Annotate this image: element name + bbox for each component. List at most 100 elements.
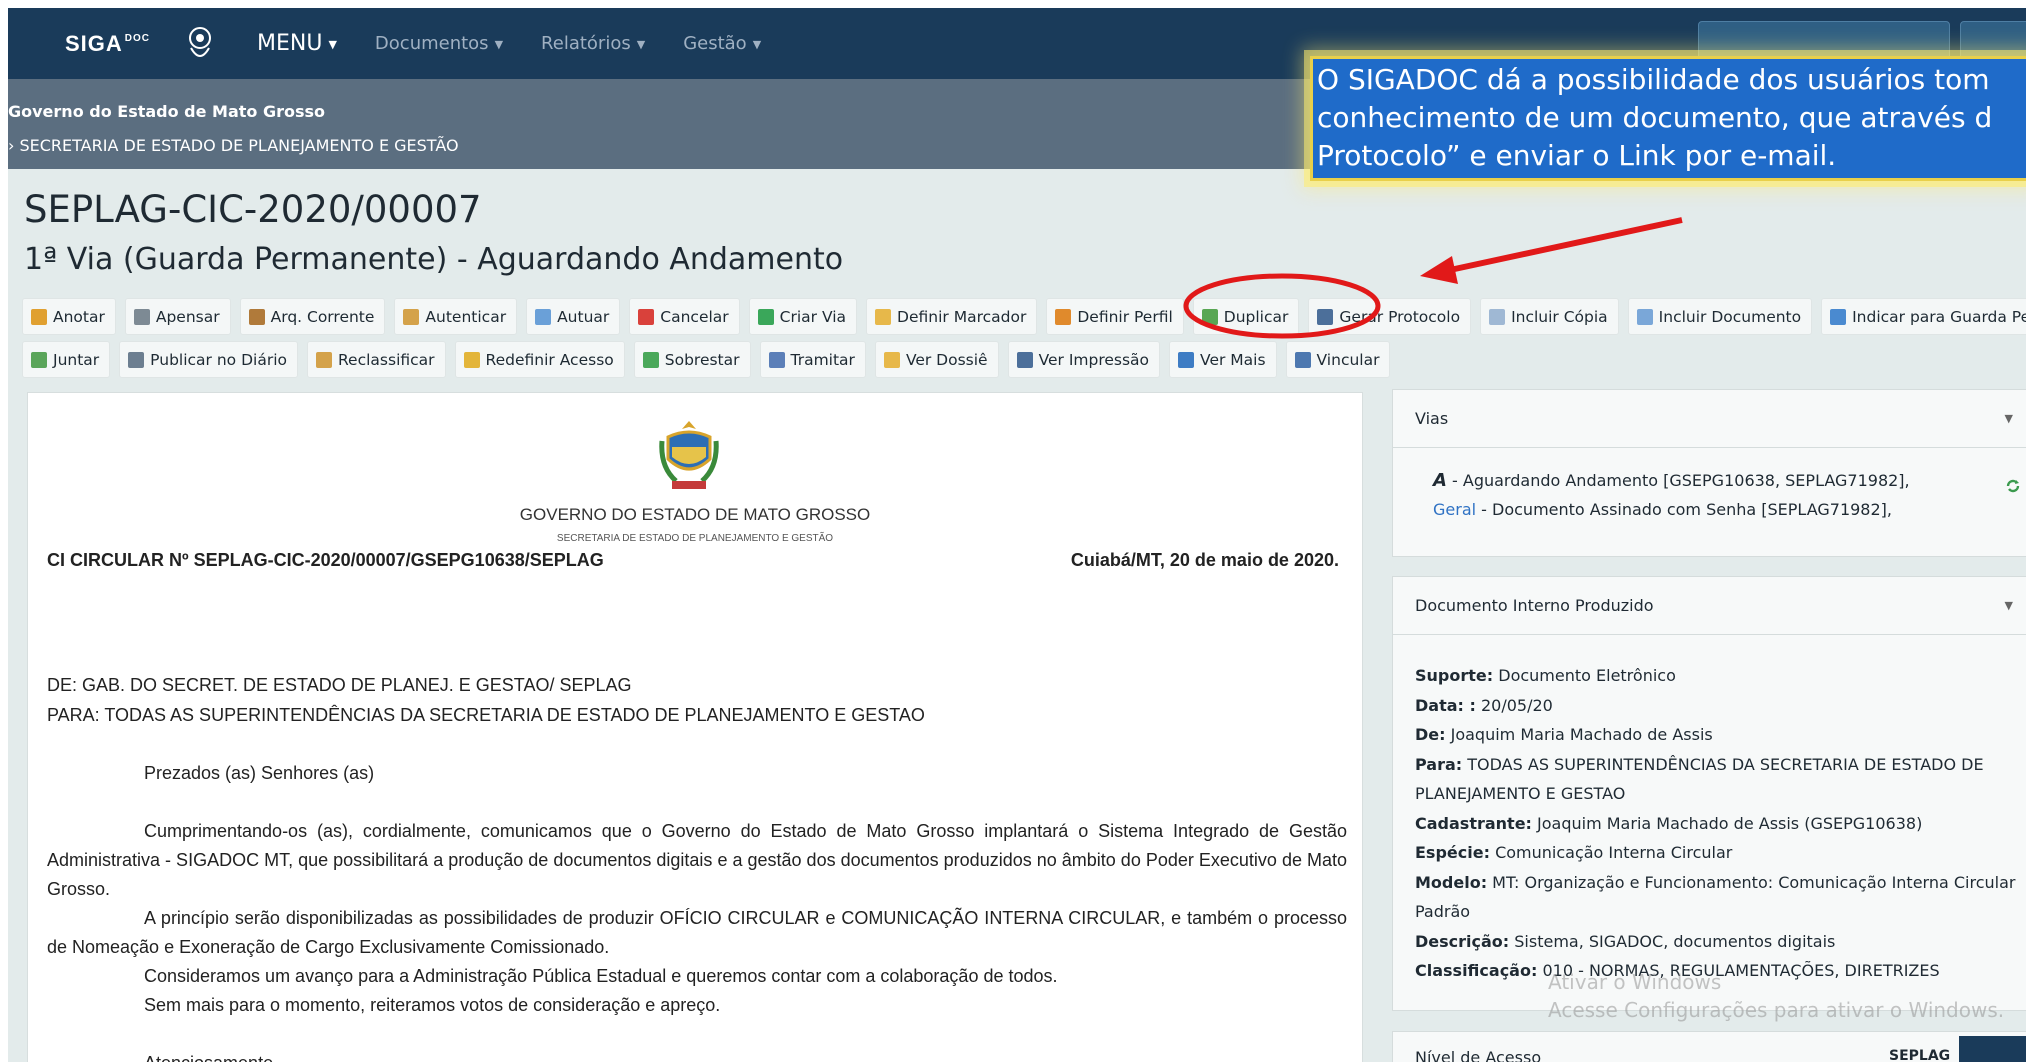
- page-icon: [535, 308, 552, 325]
- state-coat-of-arms-icon: [659, 421, 719, 489]
- document-body: Cumprimentando-os (as), cordialmente, co…: [47, 817, 1347, 1020]
- document-info-fields: Suporte: Documento Eletrônico Data: : 20/…: [1393, 635, 2023, 986]
- toolbar-button-publicar-no-diario[interactable]: Publicar no Diário: [119, 341, 298, 378]
- document-code-title: SEPLAG-CIC-2020/00007: [24, 188, 482, 231]
- toolbar-button-redefinir-acesso[interactable]: Redefinir Acesso: [454, 341, 625, 378]
- collapse-arrow-icon[interactable]: ▼: [2005, 412, 2013, 425]
- layers-icon: [642, 351, 659, 368]
- document-date: Cuiabá/MT, 20 de maio de 2020.: [1070, 550, 1339, 570]
- document-icon: [1636, 308, 1653, 325]
- secretariat-link[interactable]: › SECRETARIA DE ESTADO DE PLANEJAMENTO E…: [8, 136, 459, 155]
- toolbar-button-definir-perfil[interactable]: Definir Perfil: [1046, 298, 1184, 335]
- seplag-badge: [1959, 1036, 2026, 1062]
- callout-line: conhecimento de um documento, que atravé…: [1317, 101, 1993, 134]
- letterhead-secretariat: SECRETARIA DE ESTADO DE PLANEJAMENTO E G…: [556, 533, 834, 544]
- document-status-title: 1ª Via (Guarda Permanente) - Aguardando …: [24, 242, 844, 277]
- toolbar-button-duplicar[interactable]: Duplicar: [1192, 298, 1300, 335]
- note-icon: [31, 308, 47, 325]
- vias-panel-header[interactable]: Vias ▼: [1393, 390, 2026, 448]
- info-field: Data: : 20/05/20: [1415, 695, 1553, 715]
- toolbar-button-reclassificar[interactable]: Reclassificar: [306, 341, 446, 378]
- greeting: Prezados (as) Senhores (as): [144, 763, 375, 783]
- toolbar-button-tramitar[interactable]: Tramitar: [759, 341, 866, 378]
- refresh-icon[interactable]: [2005, 478, 2021, 494]
- toolbar-button-indicar-para-guarda-permanente[interactable]: Indicar para Guarda Permanente: [1821, 298, 2026, 335]
- toolbar-button-gerar-protocolo[interactable]: Gerar Protocolo: [1308, 298, 1472, 335]
- reclassify-icon: [315, 351, 332, 368]
- callout-line: Protocolo” e enviar o Link por e-mail.: [1317, 139, 1837, 172]
- toolbar-button-incluir-documento[interactable]: Incluir Documento: [1627, 298, 1813, 335]
- nav-documentos[interactable]: Documentos ▼: [375, 33, 503, 54]
- send-icon: [768, 351, 785, 368]
- box-icon: [248, 308, 265, 325]
- toolbar-button-apensar[interactable]: Apensar: [124, 298, 231, 335]
- toolbar-button-autuar[interactable]: Autuar: [526, 298, 621, 335]
- via-geral-link[interactable]: Geral: [1433, 500, 1476, 519]
- plus-icon: [757, 308, 774, 325]
- info-field: Espécie: Comunicação Interna Circular: [1415, 843, 1733, 862]
- via-geral-item: Geral - Documento Assinado com Senha [SE…: [1433, 500, 1892, 519]
- toolbar-button-sobrestar[interactable]: Sobrestar: [633, 341, 751, 378]
- cancel-icon: [638, 308, 655, 325]
- nav-gestao[interactable]: Gestão ▼: [683, 33, 761, 54]
- eye-icon: [1178, 351, 1195, 368]
- access-level-value: SEPLAG: [1889, 1048, 1951, 1062]
- toolbar-button-arq-corrente[interactable]: Arq. Corrente: [239, 298, 386, 335]
- printer-icon: [1317, 308, 1334, 325]
- collapse-arrow-icon[interactable]: ▼: [2005, 599, 2013, 612]
- link-icon: [1294, 351, 1311, 368]
- toolbar-button-ver-impressao[interactable]: Ver Impressão: [1007, 341, 1161, 378]
- toolbar-button-ver-mais[interactable]: Ver Mais: [1169, 341, 1277, 378]
- action-toolbar-row-2: Juntar Publicar no Diário Reclassificar Red…: [22, 341, 1391, 378]
- vias-panel: Vias ▼ A - Aguardando Andamento [GSEPG10…: [1392, 389, 2026, 557]
- stamp-icon: [403, 308, 420, 325]
- toolbar-button-autenticar[interactable]: Autenticar: [394, 298, 518, 335]
- caret-down-icon: ▼: [636, 37, 646, 51]
- toolbar-button-incluir-copia[interactable]: Incluir Cópia: [1480, 298, 1619, 335]
- via-a-item: A - Aguardando Andamento [GSEPG10638, SE…: [1433, 470, 1910, 491]
- windows-activation-hint: Acesse Configurações para ativar o Windo…: [1548, 998, 2005, 1022]
- body-paragraph: Sem mais para o momento, reiteramos voto…: [144, 995, 721, 1015]
- caret-down-icon: ▼: [494, 37, 504, 51]
- info-field: De: Joaquim Maria Machado de Assis: [1415, 725, 1713, 744]
- info-field: Para: TODAS AS SUPERINTENDÊNCIAS DA SECR…: [1415, 754, 1984, 804]
- toolbar-button-cancelar[interactable]: Cancelar: [629, 298, 740, 335]
- print-preview-icon: [1016, 351, 1033, 368]
- windows-activation-watermark: Ativar o Windows: [1548, 970, 1722, 994]
- toolbar-button-anotar[interactable]: Anotar: [22, 298, 116, 335]
- menu-dropdown[interactable]: MENU ▼: [257, 31, 337, 56]
- state-crest-icon: [189, 26, 211, 57]
- application-window: SIGA DOC MENU ▼ Documentos ▼ Relatórios ▼ Ge…: [8, 8, 2026, 1062]
- caret-down-icon: ▼: [328, 37, 337, 51]
- document-info-header[interactable]: Documento Interno Produzido ▼: [1393, 577, 2026, 635]
- letterhead-government: GOVERNO DO ESTADO DE MATO GROSSO: [519, 505, 871, 524]
- duplicate-icon: [1201, 308, 1218, 325]
- body-paragraph: A princípio serão disponibilizadas as po…: [47, 908, 1347, 957]
- newspaper-icon: [128, 351, 145, 368]
- closing-line: Atenciosamente: [144, 1053, 273, 1062]
- shield-icon: [463, 351, 480, 368]
- callout-line: O SIGADOC dá a possibilidade dos usuário…: [1317, 63, 1990, 96]
- toolbar-button-criar-via[interactable]: Criar Via: [748, 298, 858, 335]
- toolbar-button-vincular[interactable]: Vincular: [1285, 341, 1391, 378]
- ci-number: CI CIRCULAR Nº SEPLAG-CIC-2020/00007/GSE…: [47, 550, 604, 570]
- archive-icon: [1830, 308, 1847, 325]
- toolbar-button-definir-marcador[interactable]: Definir Marcador: [866, 298, 1038, 335]
- info-field: Modelo: MT: Organização e Funcionamento:…: [1415, 872, 2016, 922]
- access-level-panel: Nível de Acesso SEPLAG: [1392, 1031, 2026, 1062]
- access-level-label: Nível de Acesso: [1415, 1048, 1542, 1062]
- body-paragraph: Cumprimentando-os (as), cordialmente, co…: [47, 821, 1347, 899]
- join-icon: [31, 351, 47, 368]
- chain-icon: [133, 308, 150, 325]
- siga-doc-logo[interactable]: SIGA DOC: [65, 22, 157, 66]
- action-toolbar-row-1: Anotar Apensar Arq. Corrente Autenticar Autu…: [22, 298, 2026, 335]
- tutorial-callout: O SIGADOC dá a possibilidade dos usuário…: [1310, 56, 2026, 181]
- info-field: Descrição: Sistema, SIGADOC, documentos …: [1415, 931, 1836, 951]
- document-preview: GOVERNO DO ESTADO DE MATO GROSSO SECRETA…: [27, 392, 1363, 1062]
- toolbar-button-juntar[interactable]: Juntar: [22, 341, 111, 378]
- toolbar-button-ver-dossie[interactable]: Ver Dossiê: [874, 341, 999, 378]
- nav-relatorios[interactable]: Relatórios ▼: [541, 33, 645, 54]
- folder-open-icon: [883, 351, 900, 368]
- government-name: Governo do Estado de Mato Grosso: [8, 102, 326, 121]
- document-info-panel: Documento Interno Produzido ▼ Suporte: D…: [1392, 576, 2026, 1011]
